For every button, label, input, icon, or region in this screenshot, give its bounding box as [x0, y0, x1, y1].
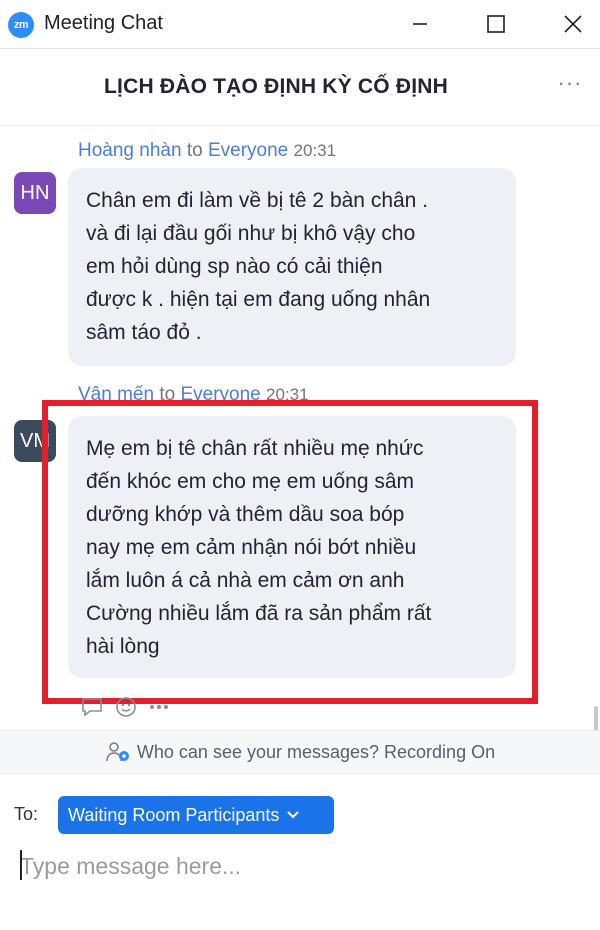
recipient-label: Waiting Room Participants [68, 804, 280, 825]
maximize-icon [487, 15, 505, 33]
to-label: To: [14, 804, 39, 824]
to-word: to [186, 140, 203, 161]
more-options-icon[interactable]: ··· [550, 72, 590, 99]
text-caret [20, 850, 22, 880]
maximize-button[interactable] [476, 6, 516, 42]
message-line: và đi lại đầu gối như bị khô vậy cho [86, 222, 416, 245]
chat-header: LỊCH ĐÀO TẠO ĐỊNH KỲ CỐ ĐỊNH ··· [0, 48, 600, 126]
more-actions-icon[interactable] [148, 703, 170, 711]
close-icon [564, 15, 582, 33]
chevron-down-icon [287, 811, 300, 819]
close-button[interactable] [553, 6, 593, 42]
recipient-dropdown[interactable]: Waiting Room Participants [58, 796, 334, 834]
message-recipient: Everyone [207, 140, 289, 161]
zoom-logo-icon: zm [8, 12, 34, 38]
visibility-person-icon [106, 742, 129, 762]
avatar[interactable]: HN [14, 172, 56, 214]
scrollbar[interactable] [594, 706, 598, 730]
window-title: Meeting Chat [44, 12, 163, 34]
message-line: sâm táo đỏ . [86, 321, 202, 344]
reply-icon[interactable] [80, 696, 104, 718]
highlight-box [42, 400, 538, 704]
privacy-notice-text: Who can see your messages? Recording On [136, 741, 496, 762]
message-bubble[interactable]: Chân em đi làm về bị tê 2 bàn chân . và … [68, 168, 516, 366]
chat-title: LỊCH ĐÀO TẠO ĐỊNH KỲ CỐ ĐỊNH [104, 75, 448, 98]
privacy-notice[interactable]: Who can see your messages? Recording On [0, 730, 600, 774]
message-meta: Hoàng nhàn to Everyone 20:31 [78, 140, 336, 162]
minimize-icon [413, 23, 427, 25]
title-bar: zm Meeting Chat [0, 0, 600, 48]
emoji-reaction-icon[interactable] [114, 695, 138, 719]
message-line: em hỏi dùng sp nào có cải thiện [86, 255, 383, 278]
message-list[interactable]: Hoàng nhàn to Everyone 20:31 HN Chân em … [0, 126, 600, 730]
message-line: Chân em đi làm về bị tê 2 bàn chân . [86, 189, 429, 212]
message-input[interactable] [20, 846, 580, 886]
message-actions [80, 692, 170, 722]
message-line: được k . hiện tại em đang uống nhân [86, 288, 431, 311]
sender-name[interactable]: Hoàng nhàn [78, 140, 182, 161]
minimize-button[interactable] [400, 6, 440, 42]
message-time: 20:31 [293, 141, 337, 160]
